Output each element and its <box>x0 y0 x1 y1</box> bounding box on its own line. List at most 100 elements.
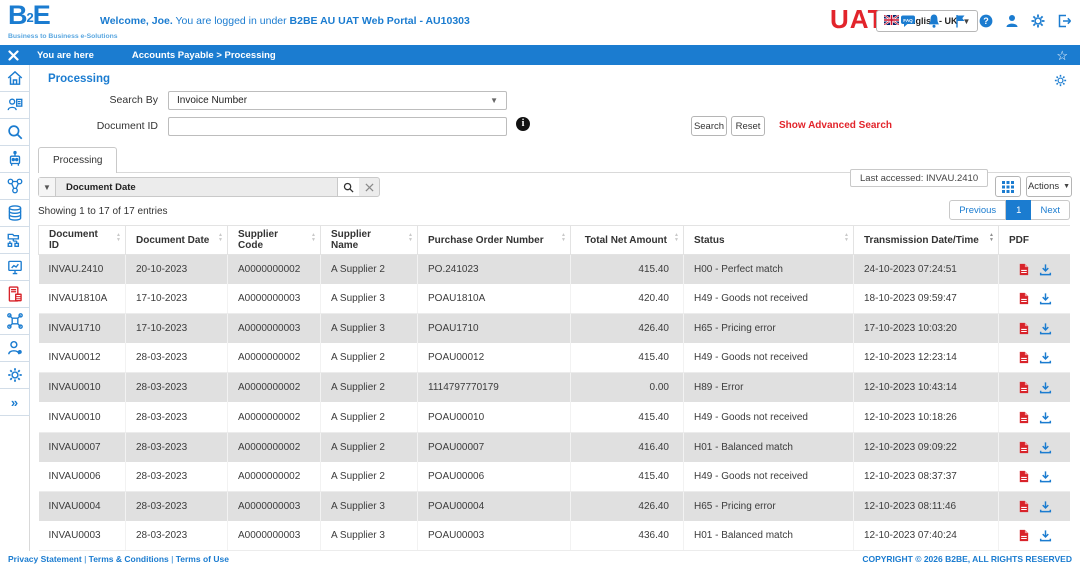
pdf-icon[interactable] <box>1017 292 1030 305</box>
sidebar-item-user-admin[interactable] <box>0 335 30 362</box>
column-header[interactable]: Document Date <box>126 226 228 255</box>
table-row[interactable]: INVAU000328-03-2023A0000000003A Supplier… <box>39 521 1071 551</box>
table-cell: A Supplier 3 <box>321 491 418 521</box>
sidebar-item-accounts-payable[interactable] <box>0 281 30 308</box>
sort-icon[interactable] <box>844 233 849 243</box>
flag-icon[interactable] <box>952 13 968 29</box>
sidebar-item-home[interactable] <box>0 65 30 92</box>
pdf-icon[interactable] <box>1017 411 1030 424</box>
sidebar-item-settings[interactable] <box>0 362 30 389</box>
sort-icon[interactable] <box>218 233 223 243</box>
pdf-cell <box>999 255 1071 285</box>
sidebar-item-training[interactable] <box>0 92 30 119</box>
column-header[interactable]: Total Net Amount <box>571 226 684 255</box>
pdf-icon[interactable] <box>1017 381 1030 394</box>
sort-icon[interactable] <box>561 233 566 243</box>
reset-button[interactable]: Reset <box>731 116 765 136</box>
show-advanced-search-link[interactable]: Show Advanced Search <box>779 120 892 131</box>
download-icon[interactable] <box>1039 263 1052 276</box>
terms-conditions-link[interactable]: Terms & Conditions <box>89 554 169 564</box>
column-header[interactable]: PDF <box>999 226 1071 255</box>
pdf-icon[interactable] <box>1017 529 1030 542</box>
table-row[interactable]: INVAU000728-03-2023A0000000002A Supplier… <box>39 432 1071 462</box>
table-cell: POAU00006 <box>418 462 571 492</box>
sort-icon[interactable] <box>989 233 994 243</box>
info-icon[interactable]: i <box>516 117 530 131</box>
download-icon[interactable] <box>1039 381 1052 394</box>
column-header[interactable]: Document ID <box>39 226 126 255</box>
sort-icon[interactable] <box>311 233 316 243</box>
sidebar-item-process[interactable] <box>0 173 30 200</box>
pdf-icon[interactable] <box>1017 470 1030 483</box>
pdf-icon[interactable] <box>1017 500 1030 513</box>
settings-gear-icon[interactable] <box>1030 13 1046 29</box>
sort-icon[interactable] <box>674 233 679 243</box>
filter-clear-icon[interactable] <box>359 178 379 196</box>
sidebar-expand-icon[interactable]: » <box>0 389 30 416</box>
sidebar-item-machine[interactable] <box>0 146 30 173</box>
notifications-bell-icon[interactable] <box>926 13 942 29</box>
filter-search-icon[interactable] <box>337 178 359 196</box>
column-header-label: Purchase Order Number <box>428 235 544 246</box>
favorite-star-icon[interactable]: ☆ <box>1056 49 1068 62</box>
pdf-icon[interactable] <box>1017 263 1030 276</box>
download-icon[interactable] <box>1039 322 1052 335</box>
faq-icon[interactable]: FAQ <box>900 13 916 29</box>
table-cell: POAU1710 <box>418 314 571 344</box>
user-profile-icon[interactable] <box>1004 13 1020 29</box>
sidebar-item-search[interactable] <box>0 119 30 146</box>
privacy-statement-link[interactable]: Privacy Statement <box>8 554 82 564</box>
download-icon[interactable] <box>1039 411 1052 424</box>
header-icon-bar: FAQ ? <box>900 13 1072 29</box>
help-icon[interactable]: ? <box>978 13 994 29</box>
table-row[interactable]: INVAU.241020-10-2023A0000000002A Supplie… <box>39 255 1071 285</box>
document-id-input[interactable] <box>168 117 507 136</box>
next-page-button[interactable]: Next <box>1031 200 1070 220</box>
table-row[interactable]: INVAU000428-03-2023A0000000003A Supplier… <box>39 491 1071 521</box>
pdf-icon[interactable] <box>1017 441 1030 454</box>
page-1-button[interactable]: 1 <box>1006 200 1031 220</box>
filter-value-input[interactable] <box>146 178 337 196</box>
terms-of-use-link[interactable]: Terms of Use <box>176 554 229 564</box>
table-cell: 24-10-2023 07:24:51 <box>854 255 999 285</box>
download-icon[interactable] <box>1039 441 1052 454</box>
search-by-select[interactable]: Invoice Number ▼ <box>168 91 507 110</box>
search-by-value: Invoice Number <box>177 95 247 106</box>
column-header[interactable]: Purchase Order Number <box>418 226 571 255</box>
pdf-icon[interactable] <box>1017 322 1030 335</box>
table-row[interactable]: INVAU1810A17-10-2023A0000000003A Supplie… <box>39 284 1071 314</box>
tab-processing[interactable]: Processing <box>38 147 117 173</box>
search-button[interactable]: Search <box>691 116 727 136</box>
actions-button[interactable]: Actions▼ <box>1026 176 1072 197</box>
logout-icon[interactable] <box>1056 13 1072 29</box>
download-icon[interactable] <box>1039 470 1052 483</box>
download-icon[interactable] <box>1039 500 1052 513</box>
table-row[interactable]: INVAU001228-03-2023A0000000002A Supplier… <box>39 343 1071 373</box>
column-header[interactable]: Status <box>684 226 854 255</box>
column-header[interactable]: Transmission Date/Time <box>854 226 999 255</box>
column-header[interactable]: Supplier Code <box>228 226 321 255</box>
download-icon[interactable] <box>1039 292 1052 305</box>
sidebar-item-database[interactable] <box>0 200 30 227</box>
sidebar-item-integration[interactable] <box>0 308 30 335</box>
table-cell: 20-10-2023 <box>126 255 228 285</box>
table-row[interactable]: INVAU171017-10-2023A0000000003A Supplier… <box>39 314 1071 344</box>
sort-icon[interactable] <box>408 233 413 243</box>
sidebar-item-file-structure[interactable] <box>0 227 30 254</box>
pdf-icon[interactable] <box>1017 351 1030 364</box>
sort-icon[interactable] <box>116 233 121 243</box>
page-settings-icon[interactable] <box>1053 73 1068 88</box>
download-icon[interactable] <box>1039 529 1052 542</box>
pdf-cell <box>999 462 1071 492</box>
close-icon[interactable] <box>8 50 19 61</box>
column-header[interactable]: Supplier Name <box>321 226 418 255</box>
table-row[interactable]: INVAU001028-03-2023A0000000002A Supplier… <box>39 373 1071 403</box>
column-grid-icon[interactable] <box>995 176 1021 197</box>
sidebar-item-reports[interactable] <box>0 254 30 281</box>
table-row[interactable]: INVAU001028-03-2023A0000000002A Supplier… <box>39 402 1071 432</box>
table-row[interactable]: INVAU000628-03-2023A0000000002A Supplier… <box>39 462 1071 492</box>
download-icon[interactable] <box>1039 351 1052 364</box>
filter-dropdown-icon[interactable]: ▼ <box>39 178 56 196</box>
previous-page-button[interactable]: Previous <box>949 200 1006 220</box>
table-cell: H49 - Goods not received <box>684 284 854 314</box>
